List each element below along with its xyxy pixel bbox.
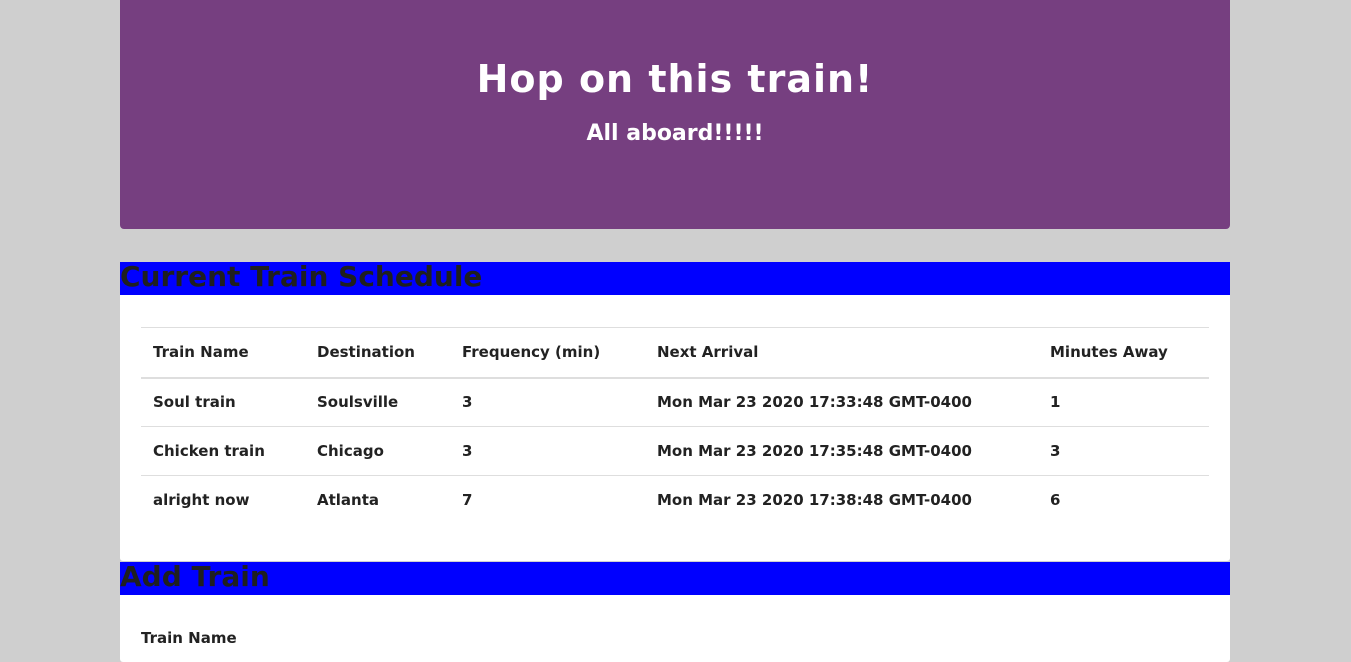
page-subtitle: All aboard!!!!! xyxy=(586,121,764,146)
train-name-label: Train Name xyxy=(141,629,237,647)
cell-next-arrival: Mon Mar 23 2020 17:38:48 GMT-0400 xyxy=(657,491,972,510)
schedule-table: Train Name Destination Frequency (min) N… xyxy=(141,327,1209,525)
column-header-frequency: Frequency (min) xyxy=(462,343,601,362)
column-header-destination: Destination xyxy=(317,343,415,362)
column-header-next-arrival: Next Arrival xyxy=(657,343,759,362)
add-train-card: Add Train Train Name xyxy=(120,562,1230,662)
cell-train-name: alright now xyxy=(153,491,250,510)
cell-destination: Chicago xyxy=(317,442,384,460)
table-header-row: Train Name Destination Frequency (min) N… xyxy=(141,327,1209,378)
cell-frequency: 7 xyxy=(462,491,473,510)
cell-train-name: Chicken train xyxy=(153,442,265,460)
cell-minutes-away: 6 xyxy=(1050,491,1061,510)
cell-next-arrival: Mon Mar 23 2020 17:35:48 GMT-0400 xyxy=(657,442,972,460)
add-train-heading: Add Train xyxy=(120,562,1230,595)
train-schedule-card: Current Train Schedule Train Name Destin… xyxy=(120,262,1230,561)
cell-destination: Atlanta xyxy=(317,491,380,510)
table-row: alright now Atlanta 7 Mon Mar 23 2020 17… xyxy=(141,476,1209,525)
cell-train-name: Soul train xyxy=(153,393,236,412)
cell-destination: Soulsville xyxy=(317,393,399,412)
cell-next-arrival: Mon Mar 23 2020 17:33:48 GMT-0400 xyxy=(657,393,972,412)
column-header-train-name: Train Name xyxy=(153,343,249,362)
cell-minutes-away: 1 xyxy=(1050,393,1061,412)
page-title: Hop on this train! xyxy=(476,57,874,101)
schedule-heading: Current Train Schedule xyxy=(120,262,1230,295)
table-row: Chicken train Chicago 3 Mon Mar 23 2020 … xyxy=(141,427,1209,476)
column-header-minutes-away: Minutes Away xyxy=(1050,343,1168,362)
cell-frequency: 3 xyxy=(462,393,473,412)
table-row: Soul train Soulsville 3 Mon Mar 23 2020 … xyxy=(141,378,1209,427)
page-header: Hop on this train! All aboard!!!!! xyxy=(120,0,1230,229)
cell-minutes-away: 3 xyxy=(1050,442,1061,460)
cell-frequency: 3 xyxy=(462,442,473,460)
